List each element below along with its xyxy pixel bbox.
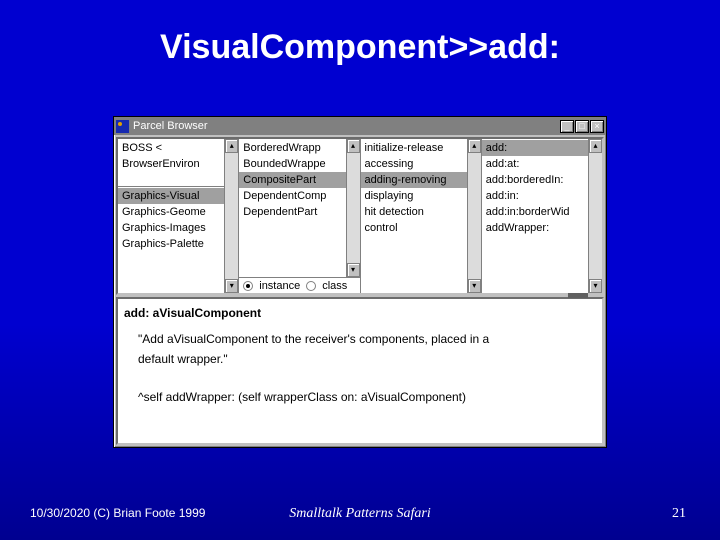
scroll-up-icon[interactable]: ▴: [589, 139, 602, 153]
list-item[interactable]: Graphics-Palette: [118, 236, 238, 252]
list-item[interactable]: add:: [482, 140, 602, 156]
list-item[interactable]: control: [361, 220, 481, 236]
list-item[interactable]: DependentPart: [239, 204, 359, 220]
list-item[interactable]: add:at:: [482, 156, 602, 172]
instance-class-switch: instance class: [239, 277, 359, 293]
method-body: ^self addWrapper: (self wrapperClass on:…: [124, 387, 596, 407]
class-radio[interactable]: [306, 281, 316, 291]
method-signature: add: aVisualComponent: [124, 303, 596, 323]
list-item[interactable]: BoundedWrappe: [239, 156, 359, 172]
list-item[interactable]: accessing: [361, 156, 481, 172]
footer-date-copyright: 10/30/2020 (C) Brian Foote 1999: [30, 506, 205, 520]
splitter-handle[interactable]: [568, 293, 588, 298]
protocol-list[interactable]: initialize-release accessing adding-remo…: [361, 139, 481, 293]
browser-panes: BOSS < BrowserEnviron Graphics-Visual Gr…: [116, 137, 604, 295]
list-item[interactable]: BOSS <: [118, 140, 238, 156]
instance-radio[interactable]: [243, 281, 253, 291]
maximize-button[interactable]: □: [575, 120, 589, 133]
slide-footer: 10/30/2020 (C) Brian Foote 1999 Smalltal…: [0, 506, 720, 522]
close-button[interactable]: ×: [590, 120, 604, 133]
method-comment: "Add aVisualComponent to the receiver's …: [124, 329, 596, 349]
scroll-up-icon[interactable]: ▴: [468, 139, 481, 153]
list-item[interactable]: Graphics-Images: [118, 220, 238, 236]
code-pane[interactable]: add: aVisualComponent "Add aVisualCompon…: [116, 297, 604, 445]
list-item[interactable]: DependentComp: [239, 188, 359, 204]
slide-number: 21: [672, 506, 686, 522]
list-item[interactable]: BrowserEnviron: [118, 156, 238, 172]
protocol-pane: initialize-release accessing adding-remo…: [361, 139, 482, 293]
parcel-list[interactable]: BOSS < BrowserEnviron: [118, 139, 238, 187]
list-item[interactable]: CompositePart: [239, 172, 359, 188]
method-comment: default wrapper.": [124, 349, 596, 369]
slide-title: VisualComponent>>add:: [0, 0, 720, 67]
minimize-button[interactable]: _: [560, 120, 574, 133]
window-title: Parcel Browser: [133, 120, 559, 132]
list-item[interactable]: Graphics-Geome: [118, 204, 238, 220]
list-item[interactable]: add:in:borderWid: [482, 204, 602, 220]
list-item[interactable]: add:in:: [482, 188, 602, 204]
scroll-up-icon[interactable]: ▴: [225, 139, 238, 153]
method-pane: add: add:at: add:borderedIn: add:in: add…: [482, 139, 602, 293]
class-label: class: [322, 280, 347, 292]
scrollbar[interactable]: ▴ ▾: [346, 139, 360, 277]
instance-label: instance: [259, 280, 300, 292]
list-item[interactable]: hit detection: [361, 204, 481, 220]
scroll-down-icon[interactable]: ▾: [589, 279, 602, 293]
list-item[interactable]: add:borderedIn:: [482, 172, 602, 188]
class-list[interactable]: BorderedWrapp BoundedWrappe CompositePar…: [239, 139, 359, 277]
list-item[interactable]: displaying: [361, 188, 481, 204]
scrollbar[interactable]: ▴ ▾: [588, 139, 602, 293]
browser-window: Parcel Browser _ □ × BOSS < BrowserEnvir…: [113, 116, 607, 448]
scroll-down-icon[interactable]: ▾: [468, 279, 481, 293]
list-item[interactable]: addWrapper:: [482, 220, 602, 236]
scrollbar[interactable]: ▴ ▾: [467, 139, 481, 293]
scroll-down-icon[interactable]: ▾: [347, 263, 360, 277]
list-item[interactable]: adding-removing: [361, 172, 481, 188]
list-item[interactable]: initialize-release: [361, 140, 481, 156]
scrollbar[interactable]: ▴ ▾: [224, 139, 238, 293]
list-item[interactable]: BorderedWrapp: [239, 140, 359, 156]
category-list[interactable]: Graphics-Visual Graphics-Geome Graphics-…: [118, 187, 238, 277]
list-item[interactable]: Graphics-Visual: [118, 188, 238, 204]
category-pane: BOSS < BrowserEnviron Graphics-Visual Gr…: [118, 139, 239, 293]
class-pane: BorderedWrapp BoundedWrappe CompositePar…: [239, 139, 360, 293]
titlebar[interactable]: Parcel Browser _ □ ×: [114, 117, 606, 135]
scroll-up-icon[interactable]: ▴: [347, 139, 360, 153]
app-icon: [116, 120, 129, 133]
method-list[interactable]: add: add:at: add:borderedIn: add:in: add…: [482, 139, 602, 293]
scroll-down-icon[interactable]: ▾: [225, 279, 238, 293]
